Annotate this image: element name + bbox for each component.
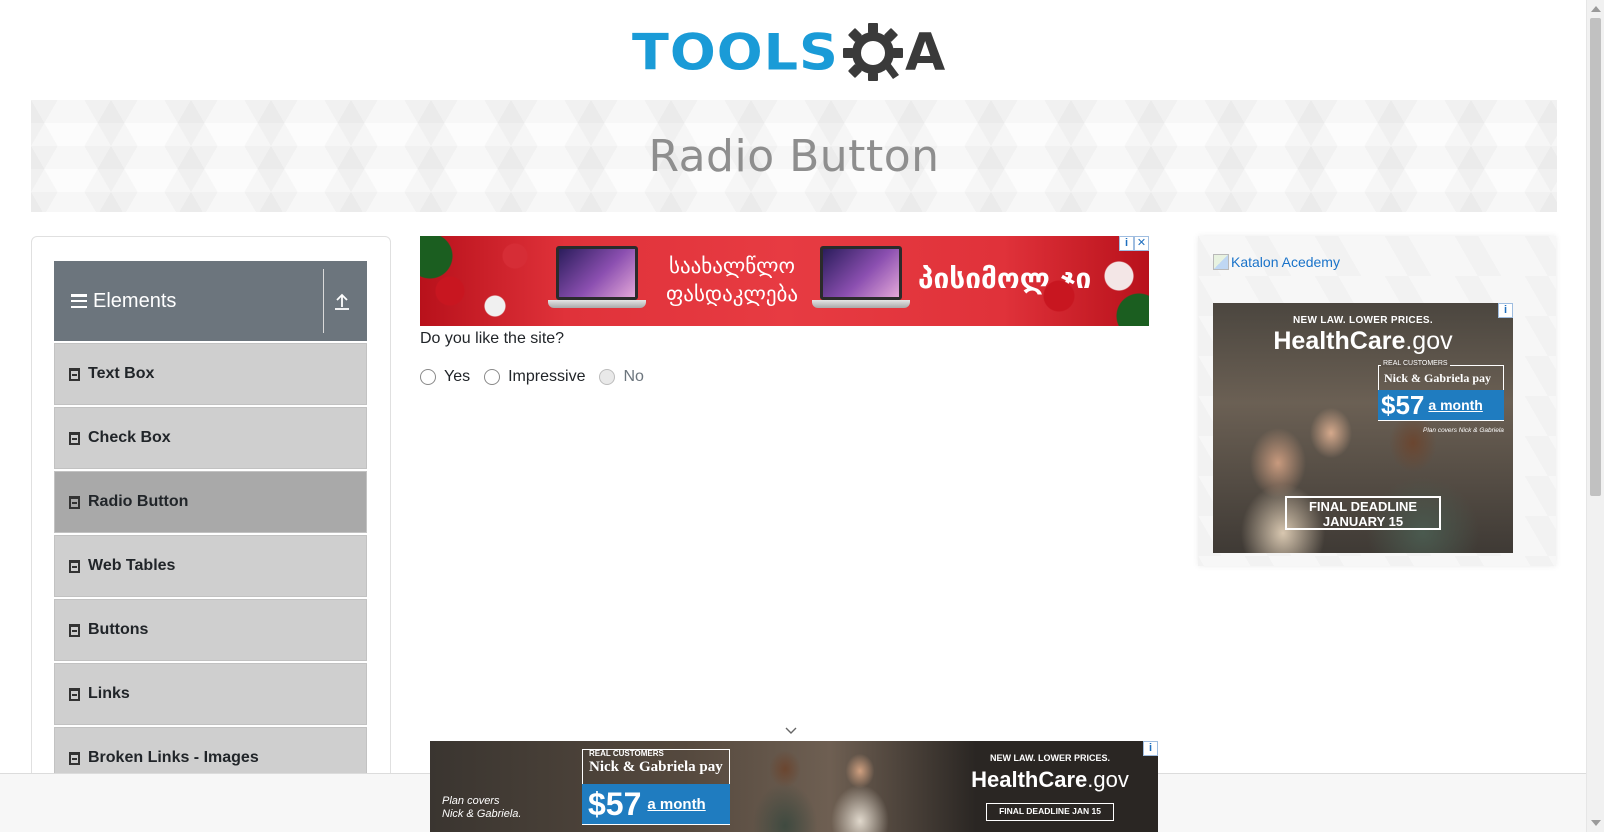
collapse-arrow-up-icon[interactable] (334, 293, 350, 311)
christmas-decoration-left (420, 236, 540, 326)
gear-search-icon (842, 23, 903, 81)
customer-name: Nick & Gabriela pay (589, 759, 723, 775)
vertical-scrollbar[interactable] (1586, 0, 1604, 832)
adchoices-icons[interactable]: i (1498, 303, 1513, 318)
radio-circle-disabled (599, 369, 616, 385)
ad-brand: HealthCare.gov (1213, 327, 1513, 356)
customer-name: Nick & Gabriela pay (1384, 371, 1491, 385)
scroll-down-arrow-icon[interactable] (1591, 820, 1601, 826)
sidebar-group-elements[interactable]: Elements (54, 261, 367, 341)
deadline-box: FINAL DEADLINE JANUARY 15 (1285, 496, 1441, 530)
price-row: $57 a month (1378, 390, 1504, 420)
sidebar-item-links[interactable]: Links (54, 663, 367, 725)
document-icon (69, 495, 80, 509)
radio-circle[interactable] (420, 369, 436, 385)
page-title: Radio Button (648, 130, 940, 182)
real-customers-label: REAL CUSTOMERS (589, 749, 664, 758)
radio-label-yes[interactable]: Yes (444, 368, 470, 386)
ad-brand-suffix: .gov (1087, 767, 1129, 792)
top-advertisement[interactable]: საახალწლო ფასდაკლება პისიმოლ.ჯი i ✕ (420, 236, 1149, 326)
sidebar-menu-list: Text Box Check Box Radio Button Web Tabl… (54, 343, 367, 791)
deadline-box: FINAL DEADLINE JAN 15 (986, 803, 1114, 821)
info-icon[interactable]: i (1119, 236, 1134, 251)
plan-covers-text: Plan covers Nick & Gabriela. (442, 795, 521, 821)
covers-line2: Nick & Gabriela. (442, 808, 522, 820)
ad-text-sale: საახალწლო ფასდაკლება (665, 254, 799, 306)
real-customers-label: REAL CUSTOMERS (1381, 360, 1450, 367)
sidebar-item-label: Broken Links - Images (88, 749, 259, 766)
hamburger-icon (71, 294, 87, 308)
radio-label-no: No (623, 368, 644, 385)
covers-line1: Plan covers (442, 795, 500, 807)
document-icon (69, 751, 80, 765)
radio-label-impressive[interactable]: Impressive (508, 368, 585, 386)
page-banner: Radio Button (31, 100, 1557, 212)
radio-impressive[interactable]: Impressive (484, 368, 585, 386)
katalon-alt-text[interactable]: Katalon Acedemy (1231, 254, 1340, 270)
close-icon[interactable]: ✕ (1134, 236, 1149, 251)
price-value: $57 (1381, 389, 1425, 420)
sidebar-item-label: Check Box (88, 429, 171, 446)
logo-tools-text: TOOLS (632, 23, 839, 82)
plan-covers-text: Plan covers Nick & Gabriela (1423, 427, 1504, 434)
adchoices-icons[interactable]: i (1143, 741, 1158, 756)
family-photo (730, 741, 930, 832)
price-box: REAL CUSTOMERS Nick & Gabriela pay $57 a… (582, 749, 730, 825)
radio-yes[interactable]: Yes (420, 368, 470, 386)
toolsqa-logo[interactable]: TOOLS A (632, 14, 962, 92)
document-icon (69, 687, 80, 701)
ad-tagline: NEW LAW. LOWER PRICES. (989, 753, 1110, 763)
scrollbar-thumb[interactable] (1590, 18, 1601, 496)
katalon-academy-link[interactable]: Katalon Acedemy (1213, 254, 1340, 270)
sidebar-item-label: Buttons (88, 621, 149, 638)
radio-question: Do you like the site? (420, 330, 565, 347)
laptop-image (812, 246, 910, 312)
price-box: REAL CUSTOMERS Nick & Gabriela pay $57 a… (1378, 360, 1504, 421)
price-value: $57 (588, 785, 642, 822)
sidebar-item-buttons[interactable]: Buttons (54, 599, 367, 661)
ad-brand-main: HealthCare (1273, 327, 1406, 355)
sidebar-item-web-tables[interactable]: Web Tables (54, 535, 367, 597)
info-icon[interactable]: i (1143, 741, 1158, 756)
healthcare-ad[interactable]: NEW LAW. LOWER PRICES. HealthCare.gov RE… (1213, 303, 1513, 553)
document-icon (69, 431, 80, 445)
sidebar-group-title: Elements (93, 289, 177, 312)
radio-group: Yes Impressive No (420, 368, 658, 386)
broken-image-icon (1213, 254, 1229, 270)
document-icon (69, 559, 80, 573)
scroll-up-arrow-icon[interactable] (1591, 6, 1601, 12)
info-icon[interactable]: i (1498, 303, 1513, 318)
bottom-advertisement[interactable]: Plan covers Nick & Gabriela. REAL CUSTOM… (430, 741, 1158, 832)
sidebar-item-label: Radio Button (88, 493, 189, 510)
price-period: a month (1428, 397, 1483, 413)
sidebar-item-label: Text Box (88, 365, 155, 382)
adchoices-icons[interactable]: i ✕ (1119, 236, 1149, 251)
ad-brand-suffix: .gov (1405, 327, 1453, 355)
sidebar-item-label: Web Tables (88, 557, 176, 574)
ad-brand-main: HealthCare (971, 767, 1088, 792)
deadline-line2: JANUARY 15 (1322, 514, 1404, 529)
sidebar: Elements Text Box Check Box Radio Button (31, 236, 391, 832)
ad-brand: HealthCare.gov (950, 767, 1150, 793)
sidebar-item-label: Links (88, 685, 130, 702)
radio-no: No (599, 368, 644, 386)
radio-circle[interactable] (484, 369, 501, 385)
sidebar-item-text-box[interactable]: Text Box (54, 343, 367, 405)
logo-qa: A (841, 21, 945, 85)
document-icon (69, 367, 80, 381)
logo-a-text: A (904, 23, 946, 83)
deadline-line1: FINAL DEADLINE (1308, 499, 1418, 514)
price-row: $57 a month (582, 784, 730, 824)
price-period: a month (647, 795, 706, 813)
right-ad-panel: Katalon Acedemy NEW LAW. LOWER PRICES. H… (1198, 236, 1556, 566)
chevron-down-icon[interactable] (784, 726, 798, 736)
laptop-image (548, 246, 646, 312)
sidebar-item-radio-button[interactable]: Radio Button (54, 471, 367, 533)
header-divider (323, 269, 324, 333)
document-icon (69, 623, 80, 637)
sidebar-item-check-box[interactable]: Check Box (54, 407, 367, 469)
ad-tagline: NEW LAW. LOWER PRICES. (1293, 315, 1433, 326)
page: TOOLS A Radio Button Elements Text Box C… (0, 0, 1604, 832)
